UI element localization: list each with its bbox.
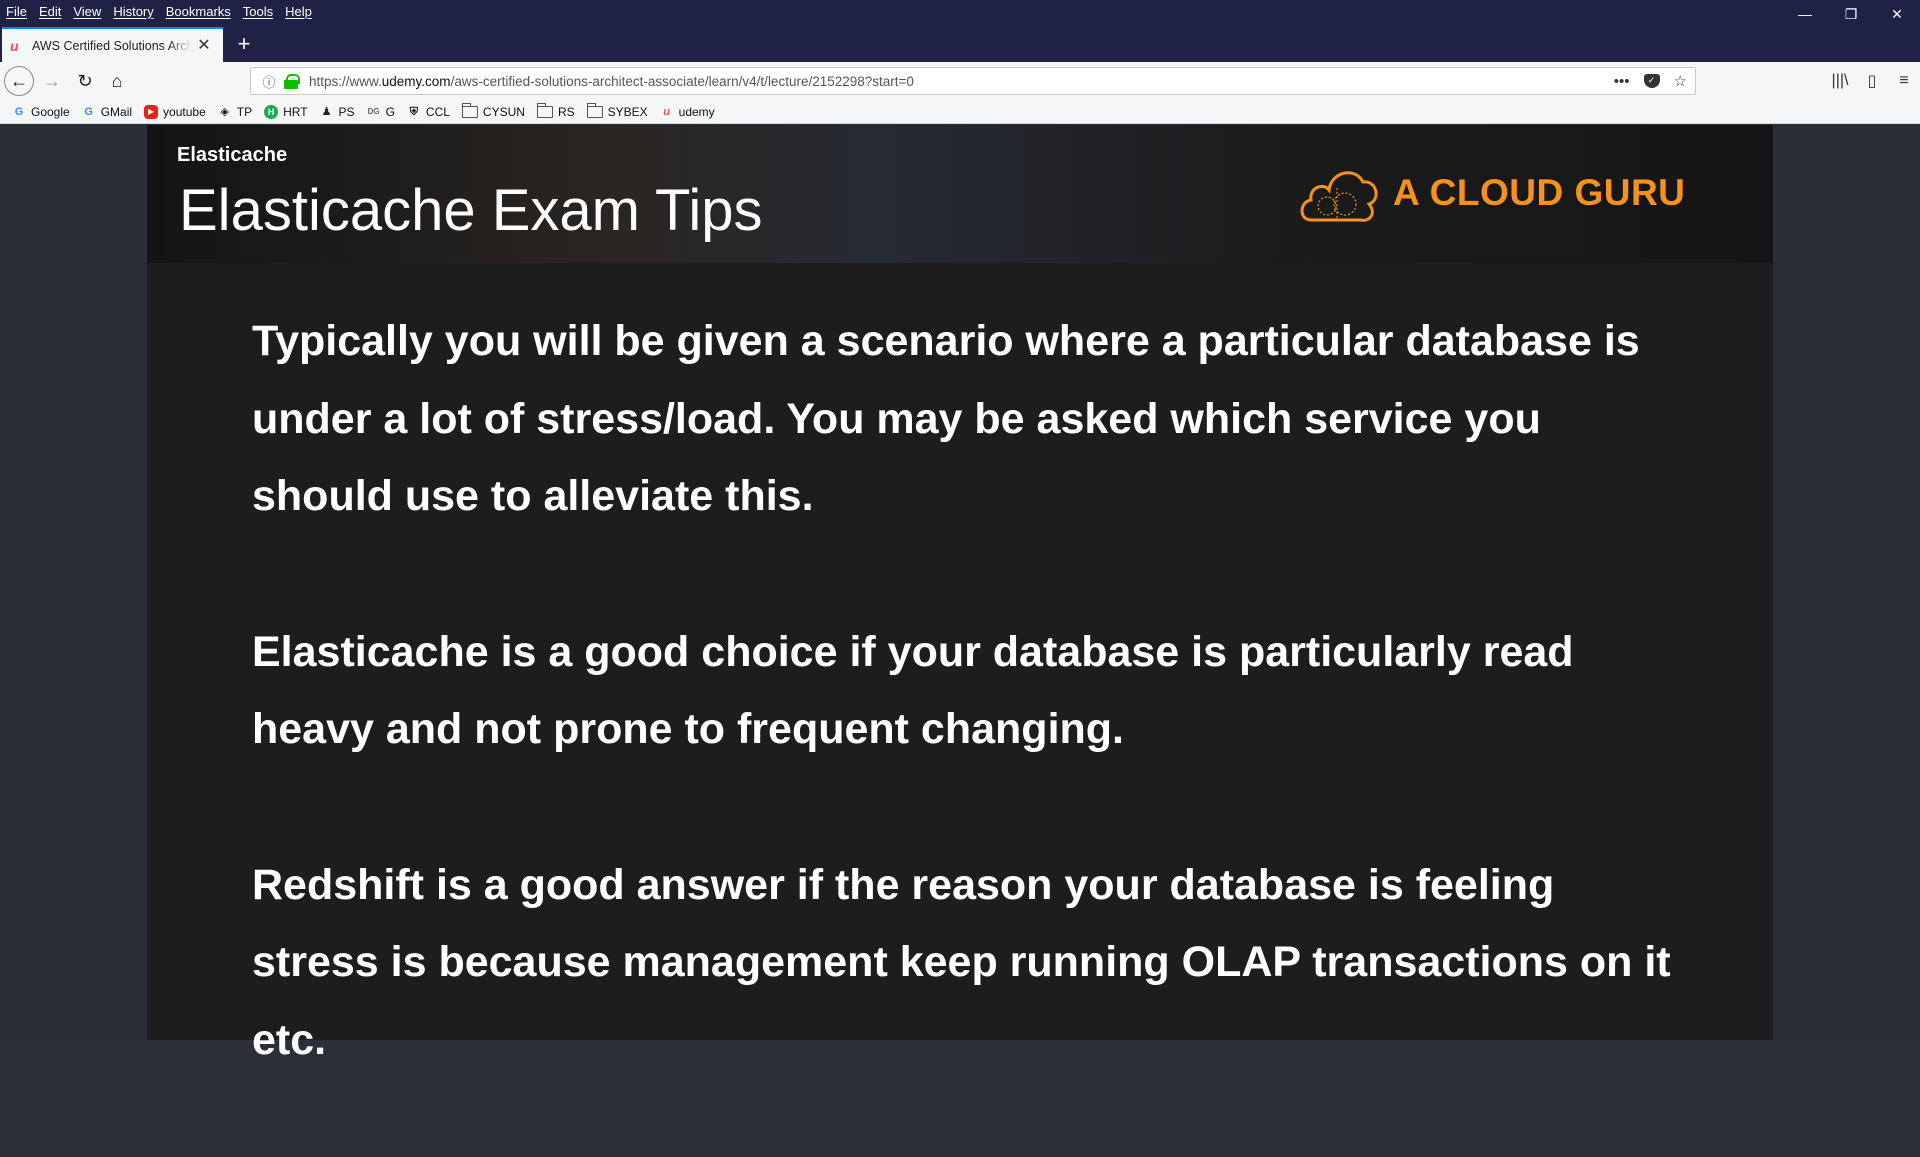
url-domain: udemy.com (381, 73, 451, 89)
logo-text: A CLOUD GURU (1393, 172, 1686, 213)
bookmark-label: GMail (100, 104, 133, 119)
menu-bar: File Edit View History Bookmarks Tools H… (6, 0, 324, 22)
bookmark-label: CCL (425, 104, 450, 119)
menu-view[interactable]: View (73, 4, 101, 19)
reload-button[interactable]: ↻ (71, 67, 99, 95)
menu-help[interactable]: Help (285, 4, 312, 19)
tab-close-icon[interactable]: ✕ (196, 37, 212, 54)
menu-history[interactable]: History (113, 4, 153, 19)
dg-icon: DG (367, 106, 380, 116)
tab-title: AWS Certified Solutions Architect (32, 38, 192, 53)
forward-button[interactable]: → (38, 67, 66, 95)
bookmarks-bar: G Google G GMail ▶ youtube ◈ TP H HRT ♟ PS DG G… (0, 100, 1920, 124)
folder-icon (586, 102, 603, 118)
title-bar: File Edit View History Bookmarks Tools H… (0, 0, 1920, 24)
bookmark-tp[interactable]: ◈ TP (218, 104, 253, 119)
bookmark-label: HRT (283, 104, 308, 119)
bookmark-hrt[interactable]: H HRT (264, 104, 308, 119)
pocket-icon[interactable]: ✓ (1643, 74, 1660, 88)
bookmark-rs[interactable]: RS (536, 102, 575, 119)
bookmark-g[interactable]: DG G (367, 105, 395, 119)
url-actions: ••• ✓ ☆ (1614, 68, 1687, 94)
bookmark-star-icon[interactable]: ☆ (1674, 72, 1687, 90)
hamburger-menu-icon[interactable]: ≡ (1888, 72, 1920, 90)
bookmark-youtube[interactable]: ▶ youtube (144, 104, 206, 119)
bookmark-gmail[interactable]: G GMail (82, 105, 132, 119)
bookmark-cysun[interactable]: CYSUN (461, 102, 525, 119)
home-button[interactable]: ⌂ (103, 67, 131, 95)
menu-bookmarks[interactable]: Bookmarks (166, 4, 231, 19)
bookmark-label: udemy (678, 104, 715, 119)
back-button[interactable]: ← (4, 66, 34, 96)
menu-tools[interactable]: Tools (243, 4, 273, 19)
url-prefix: https://www. (309, 73, 382, 89)
slide-title: Elasticache Exam Tips (179, 178, 763, 243)
bookmark-google[interactable]: G Google (12, 105, 70, 119)
cloud-logo-icon (1300, 171, 1378, 222)
url-bar[interactable]: ⓘ https://www.udemy.com/aws-certified-so… (250, 67, 1696, 95)
tab-strip: u AWS Certified Solutions Architect ✕ + (0, 24, 1920, 62)
menu-file[interactable]: File (6, 4, 27, 19)
lecture-video-slide[interactable]: Elasticache Elasticache Exam Tips A CLOU… (147, 125, 1773, 1064)
bookmark-label: G (385, 104, 395, 119)
bookmark-ccl[interactable]: ⛨ CCL (407, 105, 450, 119)
bookmark-ps[interactable]: ♟ PS (320, 105, 355, 119)
navigation-bar: ← → ↻ ⌂ ⓘ https://www.udemy.com/aws-cert… (0, 62, 1920, 100)
a-cloud-guru-logo: A CLOUD GURU (1297, 158, 1685, 228)
info-icon[interactable]: ⓘ (259, 72, 279, 91)
bookmark-label: Google (31, 104, 70, 119)
google-icon: G (84, 105, 93, 118)
slide-header: Elasticache Elasticache Exam Tips A CLOU… (147, 125, 1773, 263)
bookmark-label: CYSUN (482, 104, 525, 119)
slide-paragraph: Redshift is a good answer if the reason … (252, 860, 1671, 1064)
udemy-favicon-icon: u (10, 37, 19, 54)
sidebar-icon[interactable]: ▯ (1856, 71, 1888, 91)
toolbar-right: |||\ ▯ ≡ (1824, 62, 1920, 100)
library-icon[interactable]: |||\ (1824, 72, 1856, 90)
bookmark-sybex[interactable]: SYBEX (586, 102, 648, 119)
bookmark-label: PS (338, 104, 355, 119)
bookmark-label: youtube (163, 104, 206, 119)
folder-icon (536, 102, 553, 118)
lock-icon[interactable] (283, 74, 300, 89)
bookmark-label: TP (236, 104, 253, 119)
tab-aws-course[interactable]: u AWS Certified Solutions Architect ✕ (2, 27, 223, 62)
shield-icon: ⛨ (409, 105, 419, 118)
menu-edit[interactable]: Edit (39, 4, 61, 19)
page-content: Elasticache Elasticache Exam Tips A CLOU… (0, 125, 1920, 1064)
slide-paragraph: Elasticache is a good choice if your dat… (252, 627, 1574, 754)
slide-paragraph: Typically you will be given a scenario w… (252, 317, 1640, 520)
bookmark-label: RS (557, 104, 575, 119)
folder-icon (461, 102, 478, 118)
tp-icon: ◈ (220, 105, 229, 118)
youtube-icon: ▶ (144, 104, 159, 119)
url-path: /aws-certified-solutions-architect-assoc… (450, 73, 914, 89)
google-icon: G (14, 105, 24, 118)
page-actions-icon[interactable]: ••• (1614, 73, 1630, 90)
udemy-icon: u (663, 105, 670, 118)
hrt-icon: H (264, 104, 279, 119)
new-tab-button[interactable]: + (230, 30, 258, 58)
bookmark-label: SYBEX (607, 104, 648, 119)
ps-icon: ♟ (321, 105, 332, 118)
bookmark-udemy[interactable]: u udemy (660, 104, 715, 119)
slide-section-label: Elasticache (177, 144, 288, 166)
url-text[interactable]: https://www.udemy.com/aws-certified-solu… (309, 74, 914, 89)
slide-body: Typically you will be given a scenario w… (252, 303, 1672, 1157)
